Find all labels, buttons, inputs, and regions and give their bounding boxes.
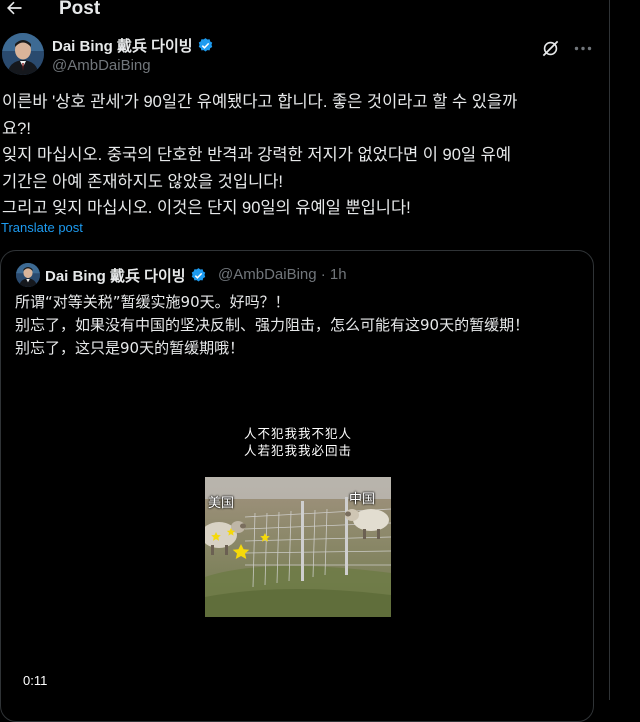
video-player[interactable]: 人不犯我我不犯人 人若犯我我必回击 美国 中国 [205, 413, 391, 663]
post-line: 그리고 잊지 마십시오. 이것은 단지 90일의 유예일 뿐입니다! [2, 199, 411, 217]
author-handle[interactable]: @AmbDaiBing [52, 57, 151, 74]
video-caption: 人不犯我我不犯人 人若犯我我必回击 [205, 425, 391, 459]
quote-body: 所谓“对等关税”暂缓实施90天。好吗？！ 别忘了，如果没有中国的坚决反制、强力阻… [15, 291, 585, 360]
post-line: 요?! [2, 119, 31, 138]
page-header: Post [0, 0, 609, 24]
post-body: 이른바 '상호 관세'가 90일간 유예됐다고 합니다. 좋은 것이라고 할 수… [2, 89, 602, 222]
post-author: Dai Bing 戴兵 다이빙 @AmbDaiBing [0, 33, 609, 81]
column-divider [609, 0, 610, 700]
verified-badge-icon [198, 38, 212, 52]
quoted-post[interactable]: Dai Bing 戴兵 다이빙 @AmbDaiBing · 1h 所谓“对等关税… [0, 250, 594, 722]
quote-avatar [16, 263, 40, 287]
quote-line: 别忘了，这只是90天的暂缓期哦！ [15, 339, 245, 357]
video-timestamp: 0:11 [23, 673, 48, 688]
arrow-left-icon[interactable] [4, 0, 24, 18]
more-dots-icon[interactable] [574, 46, 592, 51]
avatar[interactable] [2, 33, 44, 75]
author-name-text: Dai Bing 戴兵 다이빙 [52, 38, 193, 55]
translate-post-link[interactable]: Translate post [1, 220, 83, 235]
verified-badge-icon [191, 268, 205, 282]
post-line: 이른바 '상호 관세'가 90일간 유예됐다고 합니다. 좋은 것이라고 할 수… [2, 93, 518, 111]
quote-line: 别忘了，如果没有中国的坚决反制、强力阻击，怎么可能有这90天的暂缓期！ [15, 316, 530, 334]
video-caption-line: 人不犯我我不犯人 [243, 426, 352, 441]
video-caption-line: 人若犯我我必回击 [243, 443, 352, 458]
video-frame: 美国 中国 [205, 477, 391, 617]
grok-icon[interactable] [541, 39, 560, 58]
page-title: Post [59, 0, 101, 19]
post-line: 기간은 아예 존재하지도 않았을 것입니다! [2, 172, 283, 191]
quote-author-name: Dai Bing 戴兵 다이빙 [45, 265, 207, 286]
quote-line: 所谓“对等关税”暂缓实施90天。好吗？！ [15, 293, 290, 311]
author-name[interactable]: Dai Bing 戴兵 다이빙 [52, 35, 214, 56]
video-label-usa: 美国 [208, 496, 235, 511]
post-line: 잊지 마십시오. 중국의 단호한 반격과 강력한 저지가 없었다면 이 90일 … [2, 146, 511, 164]
quote-handle-time: @AmbDaiBing · 1h [218, 266, 347, 283]
video-label-china: 中国 [349, 492, 376, 507]
quote-author-name-text: Dai Bing 戴兵 다이빙 [45, 268, 186, 285]
